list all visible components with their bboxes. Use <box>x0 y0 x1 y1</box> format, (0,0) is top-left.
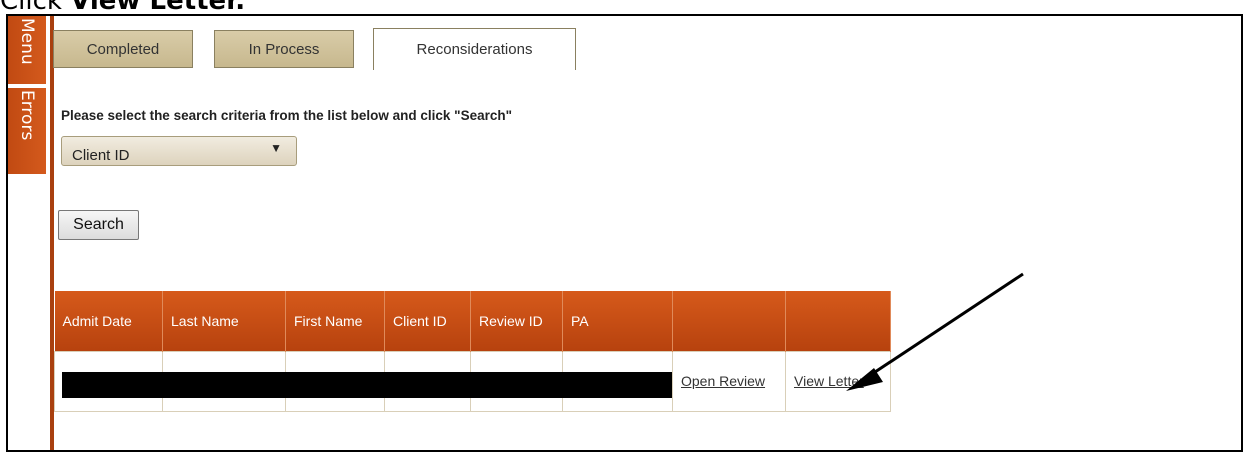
annotation-arrow-icon <box>846 272 1024 391</box>
app-frame: Menu Errors Completed In Process Reconsi… <box>6 14 1243 452</box>
